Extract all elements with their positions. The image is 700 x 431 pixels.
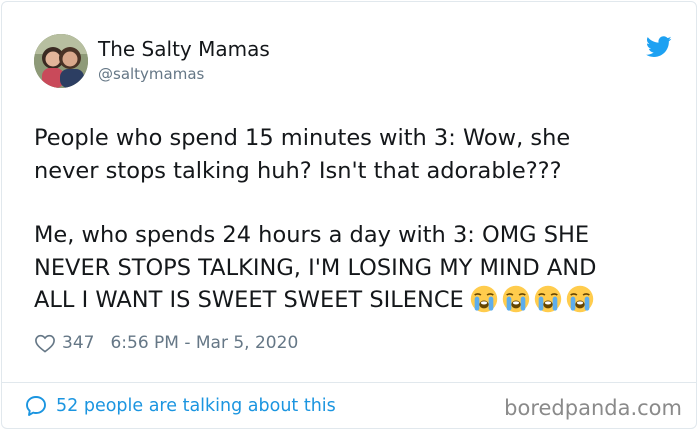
tweet-line: NEVER STOPS TALKING, I'M LOSING MY MIND … (34, 254, 597, 281)
tweet-header: The Salty Mamas @saltymamas (34, 34, 674, 90)
like-count[interactable]: 347 (62, 333, 94, 353)
loudly-crying-face-icon (470, 285, 497, 313)
timestamp[interactable]: 6:56 PM - Mar 5, 2020 (110, 333, 298, 353)
tweet-line-last: ALL I WANT IS SWEET SWEET SILENCE (34, 284, 674, 317)
avatar-photo (34, 34, 88, 88)
conversation-link[interactable]: 52 people are talking about this (24, 394, 336, 418)
tweet-line-text: ALL I WANT IS SWEET SWEET SILENCE (34, 287, 464, 313)
tweet-meta: 347 6:56 PM - Mar 5, 2020 (34, 330, 298, 356)
author-names: The Salty Mamas @saltymamas (98, 37, 270, 84)
loudly-crying-face-icon (566, 285, 593, 313)
tweet-text: People who spend 15 minutes with 3: Wow,… (34, 122, 674, 317)
tweet-line: never stops talking huh? Isn't that ador… (34, 157, 562, 184)
twitter-bird-icon[interactable] (646, 36, 672, 58)
tweet-line: Me, who spends 24 hours a day with 3: OM… (34, 222, 590, 248)
conversation-text: 52 people are talking about this (56, 396, 336, 416)
loudly-crying-face-icon (502, 285, 529, 313)
display-name[interactable]: The Salty Mamas (98, 37, 270, 61)
tweet-card: The Salty Mamas @saltymamas People who s… (1, 1, 697, 429)
divider (2, 382, 696, 383)
avatar[interactable] (34, 34, 88, 88)
loudly-crying-face-icon (534, 285, 561, 313)
heart-icon[interactable] (34, 333, 56, 353)
watermark: boredpanda.com (504, 396, 682, 420)
speech-bubble-icon (26, 396, 46, 416)
tweet-line: People who spend 15 minutes with 3: Wow,… (34, 125, 571, 151)
user-handle[interactable]: @saltymamas (98, 64, 270, 84)
emoji-group (470, 285, 594, 313)
